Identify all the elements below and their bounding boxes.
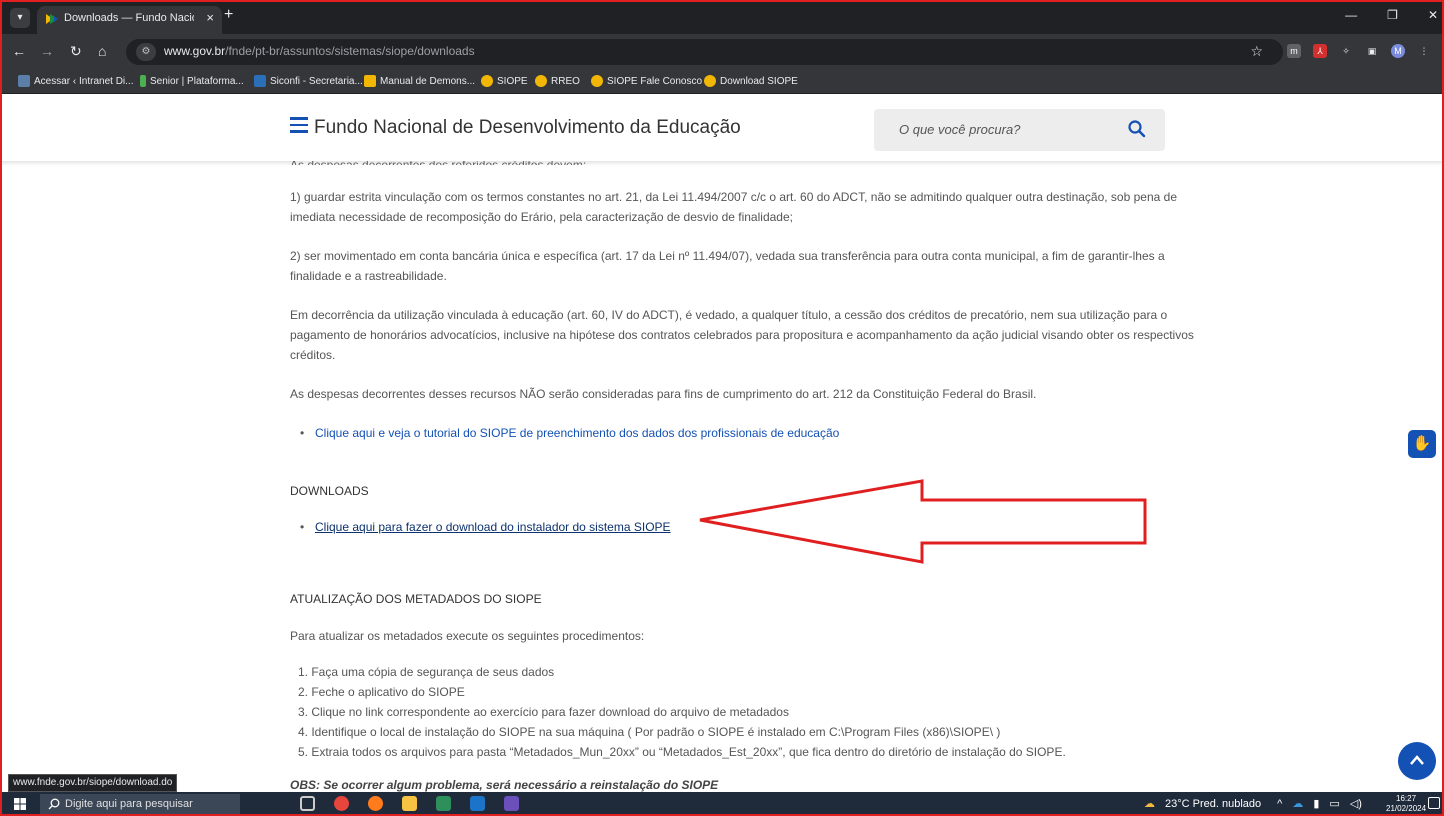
system-tray: ☁ 23°C Pred. nublado ^ ☁ ▮ ▭ ◁) [1144,797,1362,811]
browser-tab-strip: ▾ Downloads — Fundo Nacional × + — ❐ ✕ [0,0,1444,34]
taskbar-search-placeholder: Digite aqui para pesquisar [65,798,193,810]
pdf-extension-icon[interactable]: ⅄ [1313,44,1327,58]
taskbar-search-box[interactable]: Digite aqui para pesquisar [40,794,240,814]
url-text[interactable]: www.gov.br/fnde/pt-br/assuntos/sistemas/… [164,44,475,58]
link-status-url: www.fnde.gov.br/siope/download.do [8,774,178,792]
bookmark-favicon-icon [481,75,493,87]
annotation-arrow-shape [699,479,1147,564]
browser-tab[interactable]: Downloads — Fundo Nacional × [37,6,222,34]
reload-icon[interactable]: ↻ [70,43,82,60]
site-info-icon[interactable]: ⚙ [136,43,156,61]
window-controls: — ❐ ✕ [1345,8,1438,22]
search-icon [48,798,60,810]
forward-icon[interactable]: → [40,43,54,59]
bookmark-item[interactable]: RREO [535,75,580,87]
tab-title: Downloads — Fundo Nacional [64,12,194,24]
windows-taskbar: Digite aqui para pesquisar ☁ 23°C Pred. … [0,792,1444,816]
close-window-icon[interactable]: ✕ [1428,8,1438,22]
extensions-puzzle-icon[interactable]: ✧ [1339,44,1353,58]
minimize-icon[interactable]: — [1345,8,1357,22]
gov-favicon-icon [46,14,58,24]
bookmark-favicon-icon [18,75,30,87]
new-tab-button[interactable]: + [224,6,233,24]
bookmark-item[interactable]: Siconfi - Secretaria... [254,75,363,87]
weather-text[interactable]: 23°C Pred. nublado [1165,798,1261,810]
profile-avatar-icon[interactable]: M [1391,44,1405,58]
volume-icon[interactable]: ◁) [1350,797,1362,810]
taskbar-clock[interactable]: 16:27 21/02/2024 [1386,794,1426,814]
bookmarks-bar: Acessar ‹ Intranet Di... Senior | Plataf… [0,70,1444,94]
bookmark-favicon-icon [704,75,716,87]
bookmark-item[interactable]: Acessar ‹ Intranet Di... [18,75,133,87]
web-page: Fundo Nacional de Desenvolvimento da Edu… [0,95,1444,792]
extensions-area: m ⅄ ✧ ▣ M ⋮ [1287,44,1431,58]
chrome-icon[interactable] [334,796,349,811]
tab-close-icon[interactable]: × [206,10,214,25]
menu-dots-icon[interactable]: ⋮ [1417,44,1431,58]
tab-search-icon[interactable]: ▾ [10,8,30,28]
calculator-icon[interactable] [436,796,451,811]
firefox-icon[interactable] [368,796,383,811]
bookmark-favicon-icon [535,75,547,87]
bookmark-item[interactable]: Manual de Demons... [364,75,475,87]
url-path: /fnde/pt-br/assuntos/sistemas/siope/down… [225,44,475,58]
vlibras-accessibility-icon[interactable]: ✋ [1408,430,1436,458]
bookmark-item[interactable]: Download SIOPE [704,75,798,87]
bookmark-favicon-icon [254,75,266,87]
clock-date: 21/02/2024 [1386,804,1427,813]
browser-toolbar: ← → ↻ ⌂ ⚙ www.gov.br/fnde/pt-br/assuntos… [0,34,1444,70]
bookmark-favicon-icon [591,75,603,87]
bookmark-item[interactable]: SIOPE Fale Conosco [591,75,702,87]
network-icon[interactable]: ▭ [1329,797,1339,810]
windows-start-icon[interactable] [14,798,26,810]
restore-icon[interactable]: ❐ [1387,8,1398,22]
back-to-top-button[interactable] [1398,742,1436,780]
extension-m-icon[interactable]: m [1287,44,1301,58]
home-icon[interactable]: ⌂ [98,43,106,59]
task-view-icon[interactable] [300,796,315,811]
url-host: www.gov.br [164,44,226,58]
notification-icon[interactable] [1428,797,1440,809]
taskbar-apps [300,796,519,811]
bookmark-star-icon[interactable]: ☆ [1250,43,1263,60]
bookmark-item[interactable]: SIOPE [481,75,528,87]
bookmark-favicon-icon [364,75,376,87]
back-icon[interactable]: ← [12,43,26,59]
weather-icon[interactable]: ☁ [1144,797,1155,810]
clock-time: 16:27 [1396,794,1417,803]
side-panel-icon[interactable]: ▣ [1365,44,1379,58]
outlook-icon[interactable] [470,796,485,811]
annotation-arrow [699,479,1147,564]
onedrive-icon[interactable]: ☁ [1292,797,1303,810]
chevron-up-icon [1410,755,1424,765]
teams-icon[interactable] [504,796,519,811]
bookmark-favicon-icon [140,75,146,87]
tray-chevron-icon[interactable]: ^ [1277,798,1282,810]
address-bar[interactable]: ⚙ www.gov.br/fnde/pt-br/assuntos/sistema… [126,39,1283,65]
battery-icon[interactable]: ▮ [1313,797,1319,810]
file-explorer-icon[interactable] [402,796,417,811]
bookmark-item[interactable]: Senior | Plataforma... [140,75,244,87]
